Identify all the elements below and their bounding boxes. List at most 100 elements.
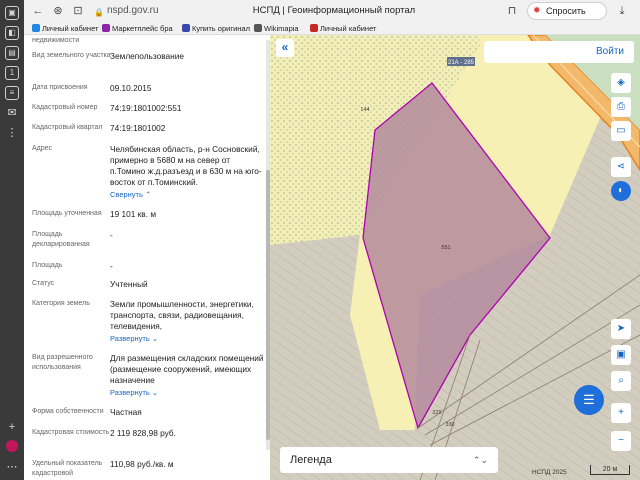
row-value: 09.10.2015 [110,83,152,93]
notes-icon[interactable]: ≡ [5,86,19,100]
chat-button[interactable]: ☰ [574,385,604,415]
expand-link[interactable]: Развернуть ⌄ [110,334,158,344]
ai-icon: ✸ [533,5,541,15]
print-button[interactable]: ⎙ [611,97,631,117]
theme-icon: ◐ [617,185,625,196]
row-value: - [110,230,113,240]
print-icon: ⎙ [617,101,625,112]
row-label: Площадь декларированная [32,231,90,248]
parcel-label-north: 144 [360,107,369,113]
row-label: Адрес [32,145,53,152]
legend-dropdown[interactable]: Легенда ⌃⌄ [280,447,498,473]
row-value: Для размещения складских помещений (разм… [110,353,264,385]
zoom-out-button[interactable]: − [611,431,631,451]
url-text: nspd.gov.ru [107,5,159,16]
legend-label: Легенда [290,454,332,466]
add-icon[interactable]: + [5,420,19,434]
double-chevron-left-icon: « [281,40,289,54]
share-button[interactable]: ⋖ [611,157,631,177]
chevron-down-icon: ⌄ [151,334,159,343]
road-label: 21А - 285 [448,60,475,66]
apps-icon[interactable]: ⋮ [5,126,19,140]
screen-button[interactable]: ▣ [611,345,631,365]
page-icon[interactable]: ▤ [5,46,19,60]
bookmarks-bar: Личный кабинет Маркетплейс бра Купить ор… [24,22,640,35]
layers-icon: ◈ [617,77,625,88]
bookmark-page-icon[interactable]: ⊓ [504,3,520,19]
bookmark-favicon-icon [182,24,190,32]
back-icon[interactable]: ← [30,3,46,19]
chevron-down-icon: ⌄ [151,388,159,397]
collapse-link-label: Свернуть [110,190,143,199]
parcel-label-main: 551 [441,245,450,251]
mail-icon[interactable]: ✉ [5,106,19,120]
row-value: Землепользование [110,51,184,61]
map-view[interactable]: 21А - 285 144 551 329 330 « Войти ◈ ⎙ ▭ … [270,35,640,480]
browser-toolbar: ← ⊛ ⊡ 🔒 nspd.gov.ru НСПД | Геоинформацион… [24,0,640,22]
row-value: 19 101 кв. м [110,209,157,219]
locate-button[interactable]: ➤ [611,319,631,339]
row-label: Статус [32,280,55,287]
row-label: Вид разрешенного использования [32,354,93,371]
row-value: Частная [110,407,142,417]
bookmark-item[interactable]: Купить оригинал [182,22,250,35]
bookmark-favicon-icon [102,24,110,32]
row-label: Площадь уточненная [32,210,102,217]
locate-icon: ➤ [616,323,626,334]
page-title: НСПД | Геоинформационный портал [252,5,416,16]
expand-link[interactable]: Развернуть ⌄ [110,388,158,398]
download-icon[interactable]: ⤓ [614,3,630,19]
zoom-in-button[interactable]: + [611,403,631,423]
row-value: Земли промышленности, энергетики, трансп… [110,299,254,331]
bookmark-item[interactable]: Wikimapia [254,22,299,35]
row-label: Удельный показатель кадастровой [32,460,103,477]
row-value: 2 119 828,98 руб. [110,428,176,438]
collapse-link[interactable]: Свернуть ⌃ [110,190,151,200]
row-label: Кадастровая стоимость [32,429,110,436]
bookmark-star-icon[interactable]: ⊡ [70,3,86,19]
copyright-text: НСПД 2025 [532,469,567,476]
ask-button[interactable]: ✸ Спросить [527,2,607,20]
row-label-cut: недвижимости [32,37,80,44]
security-icon[interactable]: ⊛ [50,3,66,19]
row-value: - [110,261,113,271]
row-label: Категория земель [32,300,90,307]
zoom-in-icon: + [618,407,624,418]
chat-icon: ☰ [583,392,595,407]
theme-button[interactable]: ◐ [611,181,631,201]
scale-bar: 20 м [590,465,630,475]
address-bar[interactable]: 🔒 nspd.gov.ru [94,3,204,19]
property-panel: недвижимости Вид земельного участка Земл… [24,35,270,480]
share-icon: ⋖ [616,161,626,172]
collapse-panel-button[interactable]: « [276,39,294,57]
row-label: Площадь [32,262,63,269]
number-icon[interactable]: 1 [5,66,19,80]
measure-icon: ▭ [616,125,626,136]
os-sidebar: ▣ ◧ ▤ 1 ≡ ✉ ⋮ + ⋯ [0,0,24,480]
bookmark-item[interactable]: Личный кабинет [310,22,376,35]
parcel-label-south2: 330 [445,422,454,428]
bookmark-item[interactable]: Личный кабинет [32,22,98,35]
zoom-out-icon: − [618,435,624,446]
lock-icon: 🔒 [94,8,104,18]
ask-label: Спросить [546,6,586,16]
layers-button[interactable]: ◈ [611,73,631,93]
search-point-button[interactable]: ⌕ [611,371,631,391]
expand-link-label: Развернуть [110,334,150,343]
bookmark-item[interactable]: Маркетплейс бра [102,22,173,35]
alice-icon[interactable] [5,440,19,454]
menu-icon[interactable]: ⋯ [5,460,19,474]
row-value: Челябинская область, р-н Сосновский, при… [110,144,262,187]
row-label: Кадастровый квартал [32,124,103,131]
row-label: Дата присвоения [32,84,88,91]
bookmark-favicon-icon [254,24,262,32]
search-point-icon: ⌕ [618,375,624,386]
chevron-updown-icon: ⌃⌄ [472,455,488,465]
row-label: Вид земельного участка [32,52,111,59]
measure-button[interactable]: ▭ [611,121,631,141]
login-button[interactable]: Войти [484,41,634,63]
bookmark-icon[interactable]: ◧ [5,26,19,40]
row-value: 74:19:1801002:551 [110,103,182,113]
tabs-icon[interactable]: ▣ [5,6,19,20]
screen-icon: ▣ [616,349,626,360]
